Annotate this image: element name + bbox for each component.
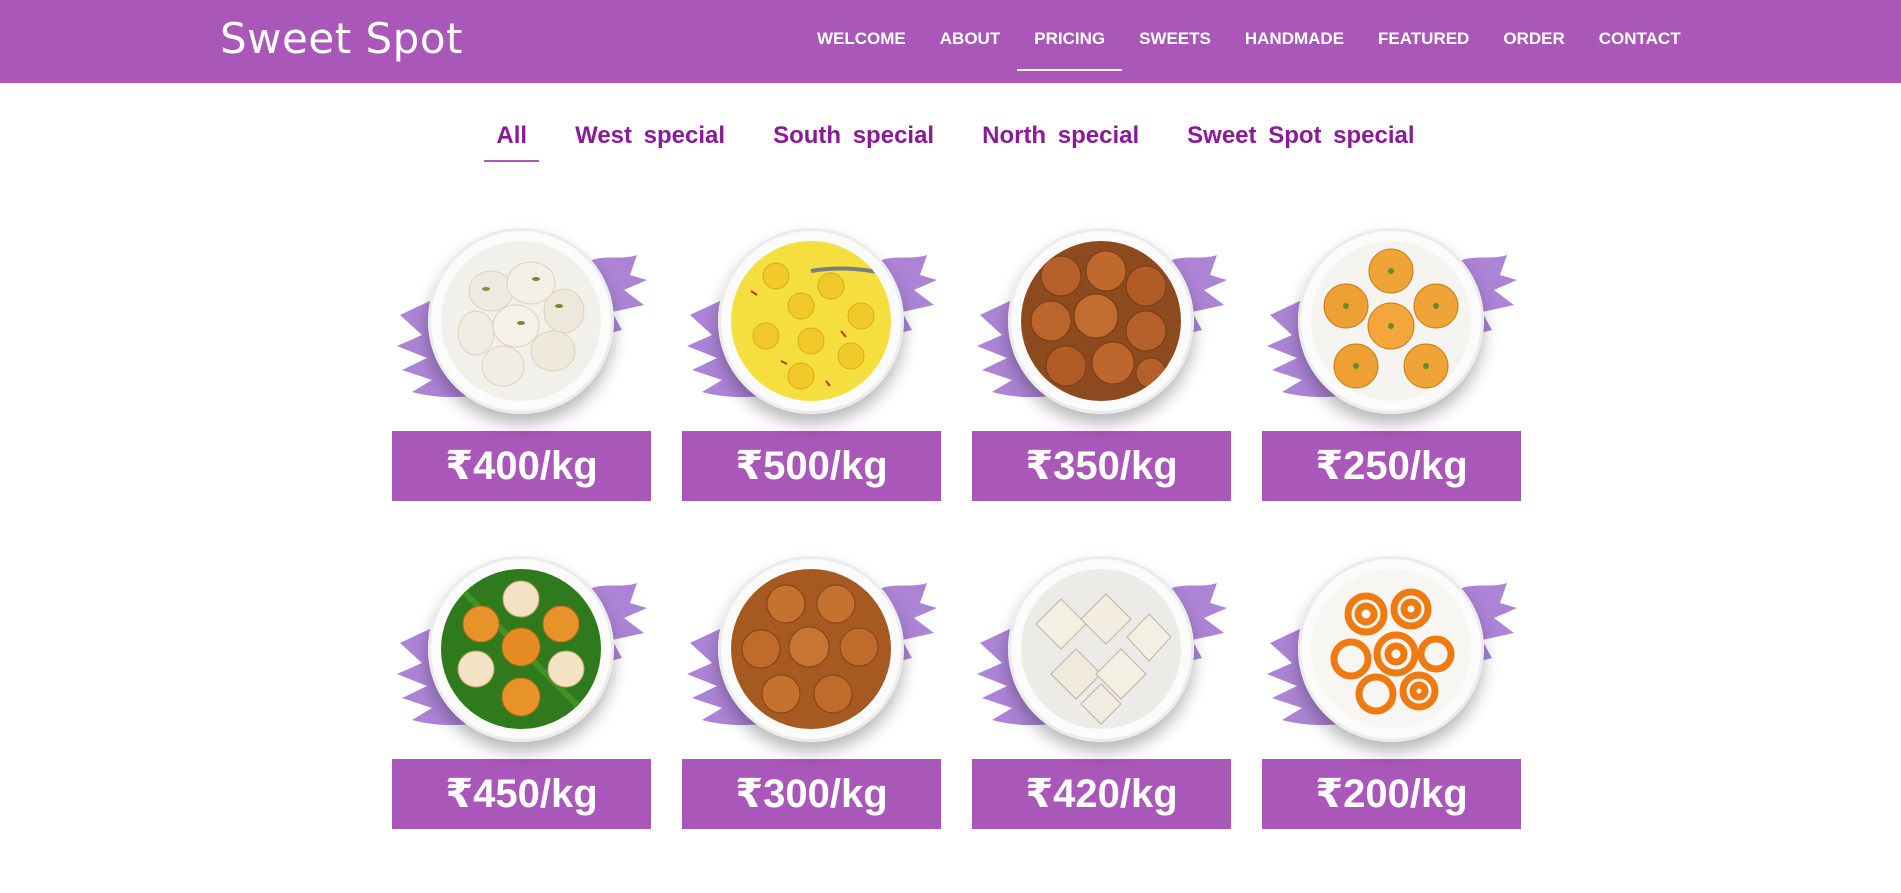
filter-tab-all[interactable]: All	[484, 120, 539, 162]
product-image-area	[392, 220, 651, 431]
gulab-jamun-syrup-bowl-image	[718, 556, 904, 742]
nav-menu: WELCOME ABOUT PRICING SWEETS HANDMADE FE…	[800, 0, 1698, 83]
product-image-area	[392, 548, 651, 759]
nav-item-sweets[interactable]: SWEETS	[1122, 0, 1228, 71]
rasgulla-bowl-image	[428, 228, 614, 414]
nav-item-welcome[interactable]: WELCOME	[800, 0, 923, 71]
category-filter-tabs: All West special South special North spe…	[0, 120, 1901, 162]
rasmalai-bowl-image	[718, 228, 904, 414]
filter-tab-north-special[interactable]: North special	[970, 120, 1151, 162]
product-image-area	[682, 548, 941, 759]
nav-item-contact[interactable]: CONTACT	[1582, 0, 1698, 71]
nav-item-order[interactable]: ORDER	[1486, 0, 1581, 71]
pricing-grid: ₹400/kg ₹500/kg ₹350/kg ₹250/kg ₹450/kg …	[392, 220, 1522, 829]
modak-plate-image	[428, 556, 614, 742]
filter-tab-south-special[interactable]: South special	[761, 120, 946, 162]
price-label: ₹350/kg	[972, 431, 1231, 501]
product-card[interactable]: ₹350/kg	[972, 220, 1231, 501]
kaju-katli-plate-image	[1008, 556, 1194, 742]
price-label: ₹400/kg	[392, 431, 651, 501]
price-label: ₹450/kg	[392, 759, 651, 829]
product-card[interactable]: ₹500/kg	[682, 220, 941, 501]
product-card[interactable]: ₹450/kg	[392, 548, 651, 829]
price-label: ₹500/kg	[682, 431, 941, 501]
price-label: ₹200/kg	[1262, 759, 1521, 829]
product-card[interactable]: ₹400/kg	[392, 220, 651, 501]
product-card[interactable]: ₹300/kg	[682, 548, 941, 829]
product-image-area	[682, 220, 941, 431]
nav-item-handmade[interactable]: HANDMADE	[1228, 0, 1361, 71]
product-image-area	[1262, 220, 1521, 431]
price-label: ₹420/kg	[972, 759, 1231, 829]
filter-tab-west-special[interactable]: West special	[563, 120, 737, 162]
filter-tab-sweet-spot-special[interactable]: Sweet Spot special	[1175, 120, 1426, 162]
product-card[interactable]: ₹250/kg	[1262, 220, 1521, 501]
price-label: ₹250/kg	[1262, 431, 1521, 501]
top-navbar: Sweet Spot WELCOME ABOUT PRICING SWEETS …	[0, 0, 1901, 83]
product-image-area	[1262, 548, 1521, 759]
jalebi-plate-image	[1298, 556, 1484, 742]
price-label: ₹300/kg	[682, 759, 941, 829]
product-card[interactable]: ₹420/kg	[972, 548, 1231, 829]
brand-logo-text[interactable]: Sweet Spot	[220, 14, 463, 63]
nav-item-pricing[interactable]: PRICING	[1017, 0, 1122, 71]
nav-item-featured[interactable]: FEATURED	[1361, 0, 1486, 71]
product-image-area	[972, 548, 1231, 759]
product-image-area	[972, 220, 1231, 431]
ladoo-plate-image	[1298, 228, 1484, 414]
nav-item-about[interactable]: ABOUT	[923, 0, 1017, 71]
gulab-jamun-bowl-image	[1008, 228, 1194, 414]
product-card[interactable]: ₹200/kg	[1262, 548, 1521, 829]
